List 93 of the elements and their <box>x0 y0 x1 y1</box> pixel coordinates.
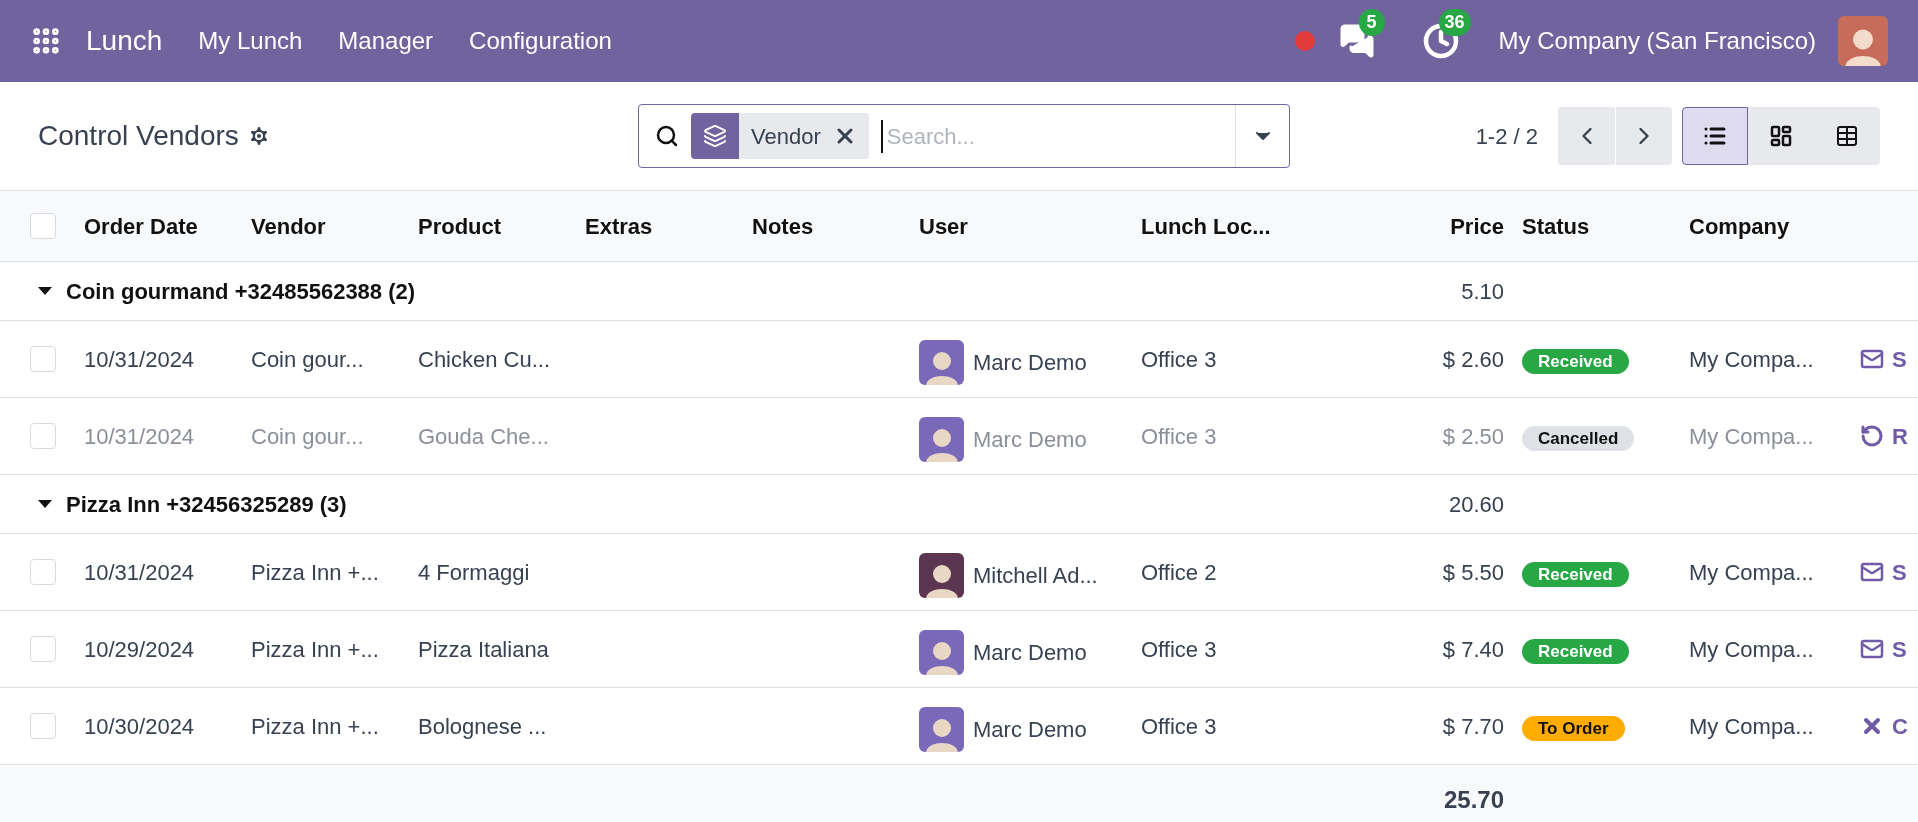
kanban-icon <box>1769 124 1793 148</box>
table-cell: $ 5.50 <box>1442 559 1504 585</box>
table-cell: Office 3 <box>1141 713 1217 739</box>
table-cell-text: Marc Demo <box>973 348 1087 377</box>
table-cell: My Compa... <box>1689 713 1814 739</box>
envelope-icon <box>1860 637 1884 661</box>
facet-label: Vendor <box>750 122 822 151</box>
table-cell: 10/31/2024 <box>84 346 195 372</box>
user-avatar[interactable] <box>1838 16 1888 66</box>
table-cell: Gouda Che... <box>418 423 549 449</box>
table-cell: Office 3 <box>1141 423 1217 449</box>
table-cell: My Compa... <box>1689 636 1814 662</box>
table-cell: Office 3 <box>1141 346 1217 372</box>
action-link[interactable]: S <box>1892 632 1907 666</box>
column-header[interactable]: Vendor <box>251 213 326 239</box>
table-cell: 4 Formaggi <box>418 559 530 585</box>
column-header[interactable]: Extras <box>585 213 653 239</box>
table-cell: Office 3 <box>1141 636 1217 662</box>
table-cell-text: Marc Demo <box>973 425 1087 454</box>
menu-item[interactable]: Configuration <box>469 23 612 59</box>
row-checkbox[interactable] <box>30 423 56 449</box>
grand-total: 25.70 <box>1443 786 1504 813</box>
action-link[interactable]: R <box>1892 419 1908 453</box>
pager-value[interactable]: 1-2 / 2 <box>1475 119 1538 153</box>
table-cell: My Compa... <box>1689 346 1814 372</box>
group-title: Pizza Inn +32456325289 (3) <box>66 490 347 519</box>
pivot-view-button[interactable] <box>1814 107 1880 165</box>
column-header[interactable]: Lunch Loc... <box>1141 213 1271 239</box>
table-cell: $ 7.40 <box>1442 636 1504 662</box>
table-cell: $ 2.60 <box>1442 346 1504 372</box>
search-bar[interactable]: Vendor Search... <box>638 104 1290 168</box>
table-cell: 10/31/2024 <box>84 559 195 585</box>
column-header[interactable]: Company <box>1689 213 1790 239</box>
column-header[interactable]: Order Date <box>84 213 198 239</box>
table-cell: Coin gour... <box>251 423 364 449</box>
row-checkbox[interactable] <box>30 713 56 739</box>
table-cell: 10/30/2024 <box>84 713 195 739</box>
table-cell: 10/29/2024 <box>84 636 195 662</box>
group-row[interactable]: Coin gourmand +32485562388 (2) 5.10 <box>0 262 1918 321</box>
table-icon <box>1835 124 1859 148</box>
app-name[interactable]: Lunch <box>86 20 163 62</box>
count-badge: 5 <box>1358 9 1385 36</box>
undo-icon <box>1860 424 1884 448</box>
table-cell-text: Marc Demo <box>973 715 1087 744</box>
row-checkbox[interactable] <box>30 346 56 372</box>
table-cell: Pizza Inn +... <box>251 636 379 662</box>
status-badge: Cancelled <box>1522 425 1635 451</box>
envelope-icon <box>1860 560 1884 584</box>
table-cell: 10/31/2024 <box>84 423 195 449</box>
group-subtotal: 20.60 <box>1448 491 1504 517</box>
row-checkbox[interactable] <box>30 636 56 662</box>
column-header[interactable]: Price <box>1450 213 1504 239</box>
count-badge: 36 <box>1438 9 1471 36</box>
table-cell-text: Mitchell Ad... <box>973 561 1098 590</box>
apps-menu-icon[interactable] <box>30 25 62 57</box>
menu-item[interactable]: My Lunch <box>198 23 303 59</box>
table-cell: Bolognese ... <box>418 713 547 739</box>
table-cell: Pizza Italiana <box>418 636 549 662</box>
company-switcher[interactable]: My Company (San Francisco) <box>1498 23 1816 59</box>
table-cell: Coin gour... <box>251 346 364 372</box>
status-badge: To Order <box>1522 715 1625 741</box>
group-row[interactable]: Pizza Inn +32456325289 (3) 20.60 <box>0 475 1918 534</box>
table-cell: My Compa... <box>1689 423 1814 449</box>
row-checkbox[interactable] <box>30 213 56 239</box>
table-cell: Office 2 <box>1141 559 1217 585</box>
table-cell: $ 2.50 <box>1442 423 1504 449</box>
column-header[interactable]: Status <box>1522 213 1590 239</box>
column-header[interactable]: Notes <box>752 213 814 239</box>
column-header[interactable]: User <box>919 213 968 239</box>
search-icon <box>655 124 679 148</box>
layers-icon <box>703 124 727 148</box>
table-cell: Pizza Inn +... <box>251 713 379 739</box>
row-checkbox[interactable] <box>30 559 56 585</box>
kanban-view-button[interactable] <box>1748 107 1814 165</box>
page-title: Control Vendors <box>38 119 239 153</box>
action-link[interactable]: S <box>1892 342 1907 376</box>
search-input[interactable]: Search... <box>880 119 1235 153</box>
status-badge: Received <box>1522 638 1629 664</box>
action-link[interactable]: C <box>1892 709 1908 743</box>
list-view-button[interactable] <box>1682 107 1748 165</box>
envelope-icon <box>1860 347 1884 371</box>
column-header[interactable]: Product <box>418 213 502 239</box>
status-badge: Received <box>1522 561 1629 587</box>
status-badge: Received <box>1522 348 1629 374</box>
group-title: Coin gourmand +32485562388 (2) <box>66 277 416 306</box>
menu-item[interactable]: Manager <box>338 23 434 59</box>
table-cell: Pizza Inn +... <box>251 559 379 585</box>
action-link[interactable]: S <box>1892 555 1907 589</box>
table-cell-text: Marc Demo <box>973 638 1087 667</box>
table-cell: $ 7.70 <box>1442 713 1504 739</box>
table-cell: Chicken Cu... <box>418 346 551 372</box>
table-cell: My Compa... <box>1689 559 1814 585</box>
group-subtotal: 5.10 <box>1461 278 1504 304</box>
